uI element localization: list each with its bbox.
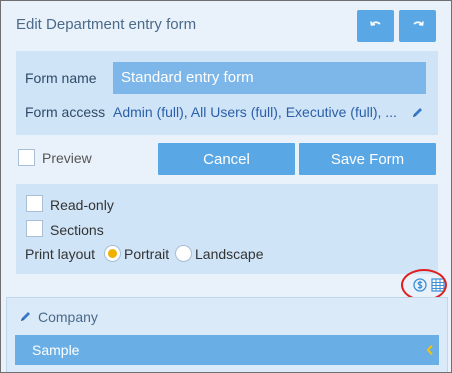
- save-form-button[interactable]: Save Form: [299, 143, 436, 175]
- sample-field-label: Sample: [32, 342, 80, 358]
- undo-button[interactable]: [357, 10, 394, 42]
- pencil-icon[interactable]: [411, 106, 424, 119]
- print-layout-label: Print layout: [25, 246, 96, 262]
- landscape-label: Landscape: [195, 246, 264, 262]
- pencil-icon[interactable]: [19, 310, 32, 323]
- edit-form-dialog: Edit Department entry form Form name Sta…: [0, 0, 452, 373]
- sections-checkbox[interactable]: [26, 220, 43, 237]
- chevron-left-icon[interactable]: [425, 344, 435, 356]
- readonly-label: Read-only: [50, 197, 114, 213]
- cancel-button[interactable]: Cancel: [158, 143, 295, 175]
- form-name-label: Form name: [25, 70, 97, 86]
- form-access-label: Form access: [25, 104, 106, 120]
- dialog-header: Edit Department entry form: [1, 1, 451, 49]
- section-title: Company: [38, 309, 98, 325]
- sample-field[interactable]: Sample: [15, 335, 439, 365]
- undo-icon: [369, 21, 381, 26]
- sections-label: Sections: [50, 222, 104, 238]
- portrait-label: Portrait: [124, 246, 170, 262]
- preview-label: Preview: [42, 150, 92, 166]
- form-options-panel: Read-only Sections Print layout Portrait…: [16, 184, 438, 274]
- redo-button[interactable]: [399, 10, 436, 42]
- form-access-value[interactable]: Admin (full), All Users (full), Executiv…: [113, 104, 405, 120]
- preview-checkbox[interactable]: [18, 149, 35, 166]
- dialog-title: Edit Department entry form: [16, 16, 197, 33]
- company-section: Company Sample: [6, 297, 448, 372]
- redo-icon: [412, 21, 424, 26]
- portrait-radio[interactable]: [104, 245, 121, 262]
- readonly-checkbox[interactable]: [26, 195, 43, 212]
- landscape-radio[interactable]: [175, 245, 192, 262]
- form-name-input[interactable]: Standard entry form: [113, 62, 426, 94]
- form-settings-panel: Form name Standard entry form Form acces…: [16, 51, 438, 135]
